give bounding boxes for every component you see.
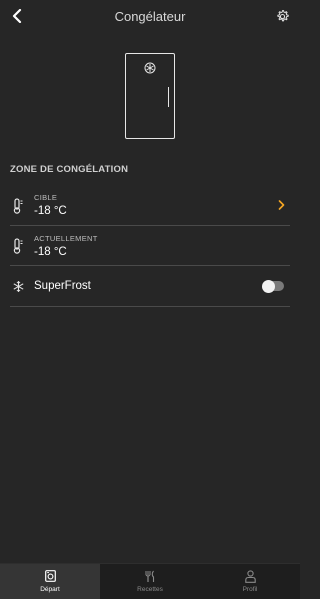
person-icon (243, 569, 257, 583)
divider (10, 306, 290, 307)
settings-button[interactable] (273, 7, 291, 25)
freezer-illustration (125, 53, 175, 139)
tab-depart[interactable]: Départ (0, 564, 100, 599)
header-bar: Congélateur (0, 0, 300, 34)
tab-label: Départ (40, 586, 60, 593)
superfrost-row: SuperFrost (10, 266, 290, 307)
target-label: CIBLE (34, 193, 58, 202)
tab-recettes[interactable]: Recettes (100, 564, 200, 599)
toggle-knob (262, 279, 275, 293)
page-title: Congélateur (114, 9, 186, 24)
superfrost-label: SuperFrost (34, 280, 91, 292)
snowflake-icon (10, 277, 26, 295)
freezer-handle (167, 87, 169, 107)
tab-label: Profil (242, 586, 258, 593)
cutlery-icon (143, 569, 157, 583)
current-value: -18 °C (34, 246, 67, 258)
current-label: ACTUELLEMENT (34, 234, 98, 243)
tab-profil[interactable]: Profil (200, 564, 300, 599)
snowflake-icon (144, 62, 156, 74)
appliance-icon (43, 569, 57, 583)
target-value: -18 °C (34, 205, 67, 217)
gear-icon (276, 9, 289, 21)
thermometer-icon (10, 197, 26, 215)
chevron-right-icon (278, 200, 284, 210)
superfrost-toggle[interactable] (262, 279, 284, 293)
thermometer-icon (10, 237, 26, 255)
current-temperature-row: ACTUELLEMENT -18 °C (10, 226, 290, 266)
tab-label: Recettes (137, 586, 163, 593)
section-title: ZONE DE CONGÉLATION (10, 164, 129, 175)
target-chevron-button[interactable] (276, 199, 286, 211)
target-temperature-row[interactable]: CIBLE -18 °C (10, 186, 290, 226)
bottom-tab-bar: Départ Recettes Profil (0, 563, 300, 599)
